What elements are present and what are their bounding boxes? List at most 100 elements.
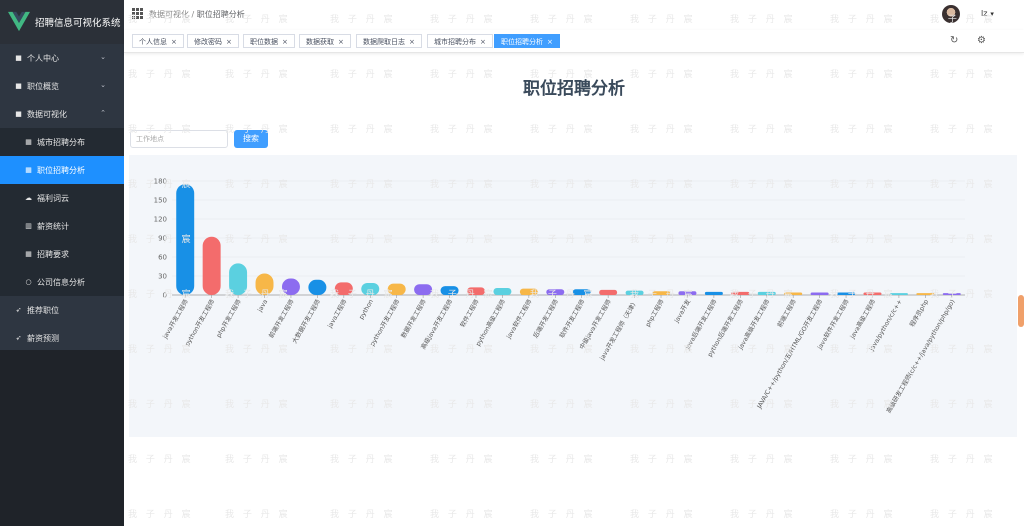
- bar: [255, 273, 274, 295]
- bar: [466, 287, 485, 295]
- app-title: 招聘信息可视化系统: [35, 18, 121, 29]
- bar: [440, 286, 459, 295]
- close-icon[interactable]: ×: [282, 38, 288, 46]
- sidebar-item-data-visualization[interactable]: ■ 数据可视化 ⌃: [0, 100, 124, 128]
- x-tick-label: java高级工程师: [848, 298, 877, 341]
- chart-panel: 0 30 60 90 120 150 180 java开发工程师 python开发工程师 php开…: [129, 155, 1017, 437]
- watermark-text: 我 子 丹 宸: [630, 125, 696, 135]
- y-tick-label: 90: [158, 235, 167, 243]
- close-icon[interactable]: ×: [226, 38, 232, 46]
- bar: [176, 184, 195, 295]
- watermark-text: 我 子 丹 宸: [730, 455, 796, 465]
- watermark-text: 我 子 丹 宸: [330, 510, 396, 520]
- sidebar-item-label: 职位概览: [27, 81, 59, 91]
- tag-label: 修改密码: [194, 38, 222, 46]
- bar: [757, 291, 776, 295]
- breadcrumb-separator: /: [191, 10, 195, 19]
- x-tick-label: java开发: [672, 298, 692, 325]
- grid-icon: ▦: [25, 249, 32, 258]
- watermark-text: 我 子 丹 宸: [830, 125, 896, 135]
- watermark-text: 我 子 丹 宸: [930, 510, 996, 520]
- tag-label: 职位招聘分析: [501, 38, 543, 46]
- bar: [281, 278, 300, 295]
- sidebar-item-salary-stats[interactable]: ▥ 薪资统计: [0, 212, 124, 240]
- sidebar-item-requirements[interactable]: ▦ 招聘要求: [0, 240, 124, 268]
- x-tick-label: python: [358, 298, 375, 320]
- watermark-text: 我 子 丹 宸: [128, 510, 194, 520]
- sidebar-item-profile[interactable]: ■ 个人中心 ⌄: [0, 44, 124, 72]
- y-tick-label: 30: [158, 273, 167, 281]
- bar: [493, 288, 512, 295]
- watermark-text: 我 子 丹 宸: [730, 510, 796, 520]
- watermark-text: 我 子 丹 宸: [530, 510, 596, 520]
- bar: [599, 289, 618, 295]
- tag-label: 城市招聘分布: [434, 38, 476, 46]
- refresh-icon[interactable]: ↻: [950, 35, 958, 46]
- sidebar-item-label: 推荐职位: [27, 305, 59, 315]
- sidebar-item-city-distribution[interactable]: ▦ 城市招聘分布: [0, 128, 124, 156]
- bar: [546, 289, 565, 295]
- breadcrumb-parent[interactable]: 数据可视化: [149, 10, 189, 19]
- sidebar-item-welfare-cloud[interactable]: ☁ 福利词云: [0, 184, 124, 212]
- close-icon[interactable]: ×: [409, 38, 415, 46]
- watermark-text: 我 子 丹 宸: [225, 510, 291, 520]
- menu-square-icon: ■: [15, 53, 22, 62]
- user-menu[interactable]: lz ▾: [981, 9, 994, 18]
- x-tick-label: java工程师: [325, 298, 348, 330]
- close-icon[interactable]: ×: [338, 38, 344, 46]
- sidebar-item-recommend[interactable]: ➶ 推荐职位: [0, 296, 124, 324]
- tag-data-fetch[interactable]: 数据获取 ×: [299, 34, 351, 48]
- tag-label: 数据爬取日志: [363, 38, 405, 46]
- tag-change-password[interactable]: 修改密码 ×: [187, 34, 239, 48]
- tag-job-data[interactable]: 职位数据 ×: [243, 34, 295, 48]
- bar: [810, 292, 829, 295]
- grid-icon: ▦: [25, 137, 32, 146]
- search-button[interactable]: 搜索: [234, 130, 268, 148]
- tag-job-analysis[interactable]: 职位招聘分析 ×: [494, 34, 560, 48]
- city-search-input[interactable]: 工作地点: [130, 130, 228, 148]
- bar: [202, 236, 221, 295]
- watermark-text: 我 子 丹 宸: [630, 455, 696, 465]
- watermark-text: 我 子 丹 宸: [225, 455, 291, 465]
- x-tick-label: 软件开发工程师: [558, 298, 587, 340]
- settings-icon[interactable]: ⚙: [977, 35, 986, 46]
- sidebar-item-company-analysis[interactable]: ○ 公司信息分析: [0, 268, 124, 296]
- bar: [731, 291, 750, 295]
- sidebar-item-job-overview[interactable]: ■ 职位概览 ⌄: [0, 72, 124, 100]
- watermark-text: 我 子 丹 宸: [128, 455, 194, 465]
- scrollbar-thumb[interactable]: [1018, 295, 1024, 327]
- tag-profile[interactable]: 个人信息 ×: [132, 34, 184, 48]
- bar-chart-icon: ▥: [25, 221, 32, 230]
- sidebar-item-label: 福利词云: [37, 193, 69, 203]
- breadcrumb: 数据可视化 / 职位招聘分析: [149, 9, 245, 20]
- sidebar-item-job-analysis[interactable]: ▦ 职位招聘分析: [0, 156, 124, 184]
- watermark-text: 我 子 丹 宸: [430, 510, 496, 520]
- close-icon[interactable]: ×: [171, 38, 177, 46]
- close-icon[interactable]: ×: [480, 38, 486, 46]
- chevron-up-icon: ⌃: [100, 109, 106, 117]
- avatar[interactable]: [942, 5, 960, 23]
- watermark-text: 我 子 丹 宸: [330, 125, 396, 135]
- y-tick-label: 0: [163, 292, 167, 300]
- caret-down-icon: ▾: [990, 10, 994, 18]
- chevron-down-icon: ⌄: [100, 53, 106, 61]
- sidebar-item-label: 薪资统计: [37, 221, 69, 231]
- close-icon[interactable]: ×: [547, 38, 553, 46]
- tag-city-distribution[interactable]: 城市招聘分布 ×: [427, 34, 493, 48]
- bar: [229, 263, 248, 295]
- bar: [704, 291, 723, 295]
- bar: [652, 291, 671, 295]
- tag-crawl-log[interactable]: 数据爬取日志 ×: [356, 34, 422, 48]
- breadcrumb-current: 职位招聘分析: [196, 10, 245, 19]
- send-icon: ➶: [15, 305, 22, 314]
- bar: [916, 293, 935, 295]
- bar: [334, 282, 353, 295]
- bar: [387, 283, 406, 295]
- tag-label: 职位数据: [250, 38, 278, 46]
- y-tick-label: 120: [154, 216, 167, 224]
- sidebar-item-salary-predict[interactable]: ➶ 薪资预测: [0, 324, 124, 352]
- x-tick-label: php工程师: [644, 298, 666, 328]
- x-tick-label: 数据开发工程师: [399, 298, 428, 340]
- hamburger-grid-icon[interactable]: [132, 8, 143, 19]
- sidebar-menu: ■ 个人中心 ⌄ ■ 职位概览 ⌄ ■ 数据可视化 ⌃ ▦ 城市招聘分布 ▦ 职…: [0, 44, 124, 352]
